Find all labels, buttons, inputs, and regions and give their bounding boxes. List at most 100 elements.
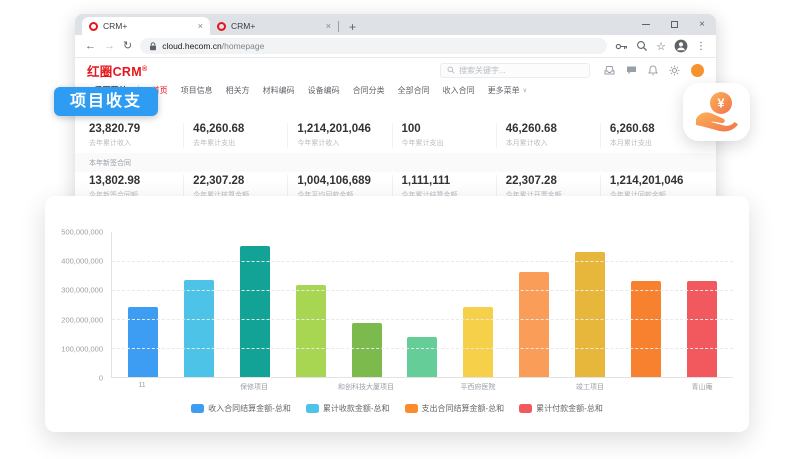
stats-row-1: 23,820.79 去年累计收入 46,260.68去年累计支出1,214,201,… bbox=[87, 123, 704, 148]
close-button[interactable]: × bbox=[688, 14, 716, 35]
url-domain: cloud.hecom.cn bbox=[162, 41, 222, 51]
browser-tab-inactive[interactable]: CRM+ × bbox=[210, 17, 338, 35]
chevron-down-icon: ∨ bbox=[523, 87, 527, 94]
y-tick-label: 500,000,000 bbox=[45, 228, 103, 237]
legend-item[interactable]: 累计收款金额-总和 bbox=[306, 403, 390, 414]
back-icon[interactable]: ← bbox=[85, 41, 96, 52]
bookmark-star-icon[interactable]: ☆ bbox=[656, 40, 666, 53]
legend-label: 收入合同结算金额-总和 bbox=[208, 403, 291, 414]
search-icon bbox=[447, 66, 455, 74]
stat-value: 100 bbox=[402, 123, 487, 135]
bar-11[interactable] bbox=[128, 307, 158, 377]
crm-page: 红圈CRM® 搜索关键字... ≡重要菜单首页项目信息相关方材料编码设备编码合同… bbox=[75, 62, 716, 200]
user-avatar[interactable] bbox=[691, 64, 704, 77]
bar-series-9[interactable] bbox=[631, 281, 661, 377]
nav-item-收入合同[interactable]: 收入合同 bbox=[443, 85, 475, 96]
nav-item-材料编码[interactable]: 材料编码 bbox=[263, 85, 295, 96]
tab-separator bbox=[338, 21, 339, 32]
minimize-button[interactable] bbox=[632, 14, 660, 35]
bar-slot bbox=[115, 232, 171, 377]
legend-color-chip bbox=[191, 404, 204, 413]
y-tick-label: 400,000,000 bbox=[45, 257, 103, 266]
tab-title: CRM+ bbox=[231, 21, 321, 31]
bar-青山庵[interactable] bbox=[687, 281, 717, 377]
x-axis-label: 青山庵 bbox=[674, 382, 730, 392]
project-income-expense-badge[interactable]: 项目收支 bbox=[54, 87, 158, 116]
bar-slot bbox=[283, 232, 339, 377]
tab-close-icon[interactable]: × bbox=[198, 22, 203, 31]
nav-item-label: 设备编码 bbox=[308, 85, 340, 96]
x-axis-label: 平西府医院 bbox=[450, 382, 506, 392]
legend-item[interactable]: 支出合同结算金额-总和 bbox=[405, 403, 505, 414]
bar-series-3[interactable] bbox=[296, 285, 326, 377]
browser-tab-active[interactable]: CRM+ × bbox=[82, 17, 210, 35]
bar-series-7[interactable] bbox=[519, 272, 549, 377]
x-axis-label bbox=[394, 382, 450, 392]
bar-竣工项目[interactable] bbox=[575, 252, 605, 377]
inbox-icon[interactable] bbox=[604, 65, 615, 75]
legend-color-chip bbox=[306, 404, 319, 413]
tab-close-icon[interactable]: × bbox=[326, 22, 331, 31]
search-placeholder: 搜索关键字... bbox=[459, 65, 506, 76]
stat-item: 1,214,201,046今年累计收入 bbox=[287, 123, 391, 148]
stat-value: 22,307.28 bbox=[193, 175, 278, 187]
nav-item-项目信息[interactable]: 项目信息 bbox=[181, 85, 213, 96]
address-bar[interactable]: cloud.hecom.cn/homepage bbox=[140, 38, 607, 54]
chart-xlabels: 11保修项目和创科技大厦项目平西府医院竣工项目青山庵 bbox=[111, 382, 733, 392]
stat-item: 46,260.68去年累计支出 bbox=[183, 123, 287, 148]
tab-title: CRM+ bbox=[103, 21, 193, 31]
chart-card: 500,000,000400,000,000300,000,000200,000… bbox=[45, 196, 749, 432]
stat-item: 100今年累计支出 bbox=[392, 123, 496, 148]
stat-value: 13,802.98 bbox=[89, 175, 174, 187]
reload-icon[interactable]: ↻ bbox=[123, 41, 132, 52]
stat-label: 去年累计收入 bbox=[89, 138, 174, 148]
nav-item-合同分类[interactable]: 合同分类 bbox=[353, 85, 385, 96]
stat-value: 23,820.79 bbox=[89, 123, 174, 135]
bell-icon[interactable] bbox=[648, 65, 658, 76]
key-icon[interactable] bbox=[615, 41, 628, 52]
stat-label: 本月累计支出 bbox=[610, 138, 695, 148]
nav-item-全部合同[interactable]: 全部合同 bbox=[398, 85, 430, 96]
new-tab-button[interactable]: + bbox=[343, 21, 362, 33]
browser-toolbar: ← → ↻ cloud.hecom.cn/homepage ☆ ⋮ bbox=[75, 35, 716, 58]
nav-item-设备编码[interactable]: 设备编码 bbox=[308, 85, 340, 96]
browser-menu-icon[interactable]: ⋮ bbox=[696, 41, 706, 52]
x-axis-label: 和创科技大厦项目 bbox=[338, 382, 394, 392]
chat-icon[interactable] bbox=[626, 65, 637, 75]
maximize-button[interactable] bbox=[660, 14, 688, 35]
nav-item-相关方[interactable]: 相关方 bbox=[226, 85, 250, 96]
profile-avatar-icon[interactable] bbox=[674, 39, 688, 53]
bar-平西府医院[interactable] bbox=[463, 307, 493, 377]
bar-slot bbox=[395, 232, 451, 377]
stat-value: 1,214,201,046 bbox=[610, 175, 695, 187]
money-icon-card[interactable]: ¥ bbox=[683, 83, 750, 141]
nav-item-label: 收入合同 bbox=[443, 85, 475, 96]
zoom-icon[interactable] bbox=[636, 40, 648, 52]
bar-保修项目[interactable] bbox=[240, 246, 270, 377]
gridline bbox=[112, 319, 733, 320]
legend-color-chip bbox=[405, 404, 418, 413]
x-axis-label bbox=[170, 382, 226, 392]
chart-bars bbox=[112, 232, 733, 377]
gridline bbox=[112, 348, 733, 349]
gear-icon[interactable] bbox=[669, 65, 680, 76]
y-tick-label: 0 bbox=[45, 374, 103, 383]
crm-header: 红圈CRM® 搜索关键字... bbox=[87, 62, 704, 78]
bar-slot bbox=[339, 232, 395, 377]
bar-和创科技大厦项目[interactable] bbox=[352, 323, 382, 377]
bar-series-1[interactable] bbox=[184, 280, 214, 377]
bar-series-5[interactable] bbox=[407, 337, 437, 377]
nav-item-label: 合同分类 bbox=[353, 85, 385, 96]
x-axis-label bbox=[506, 382, 562, 392]
crm-nav: ≡重要菜单首页项目信息相关方材料编码设备编码合同分类全部合同收入合同更多菜单∨ bbox=[87, 84, 704, 96]
legend-item[interactable]: 累计付款金额-总和 bbox=[519, 403, 603, 414]
legend-label: 累计付款金额-总和 bbox=[536, 403, 603, 414]
nav-item-更多菜单[interactable]: 更多菜单∨ bbox=[488, 85, 527, 96]
gridline bbox=[112, 261, 733, 262]
legend-item[interactable]: 收入合同结算金额-总和 bbox=[191, 403, 291, 414]
forward-icon[interactable]: → bbox=[104, 41, 115, 52]
crm-search-input[interactable]: 搜索关键字... bbox=[440, 63, 590, 78]
stat-label: 去年累计支出 bbox=[193, 138, 278, 148]
x-axis-label: 11 bbox=[114, 382, 170, 392]
screenshot-stage: CRM+ × CRM+ × + × ← → ↻ cloud.hecom.cn/h bbox=[0, 0, 792, 459]
